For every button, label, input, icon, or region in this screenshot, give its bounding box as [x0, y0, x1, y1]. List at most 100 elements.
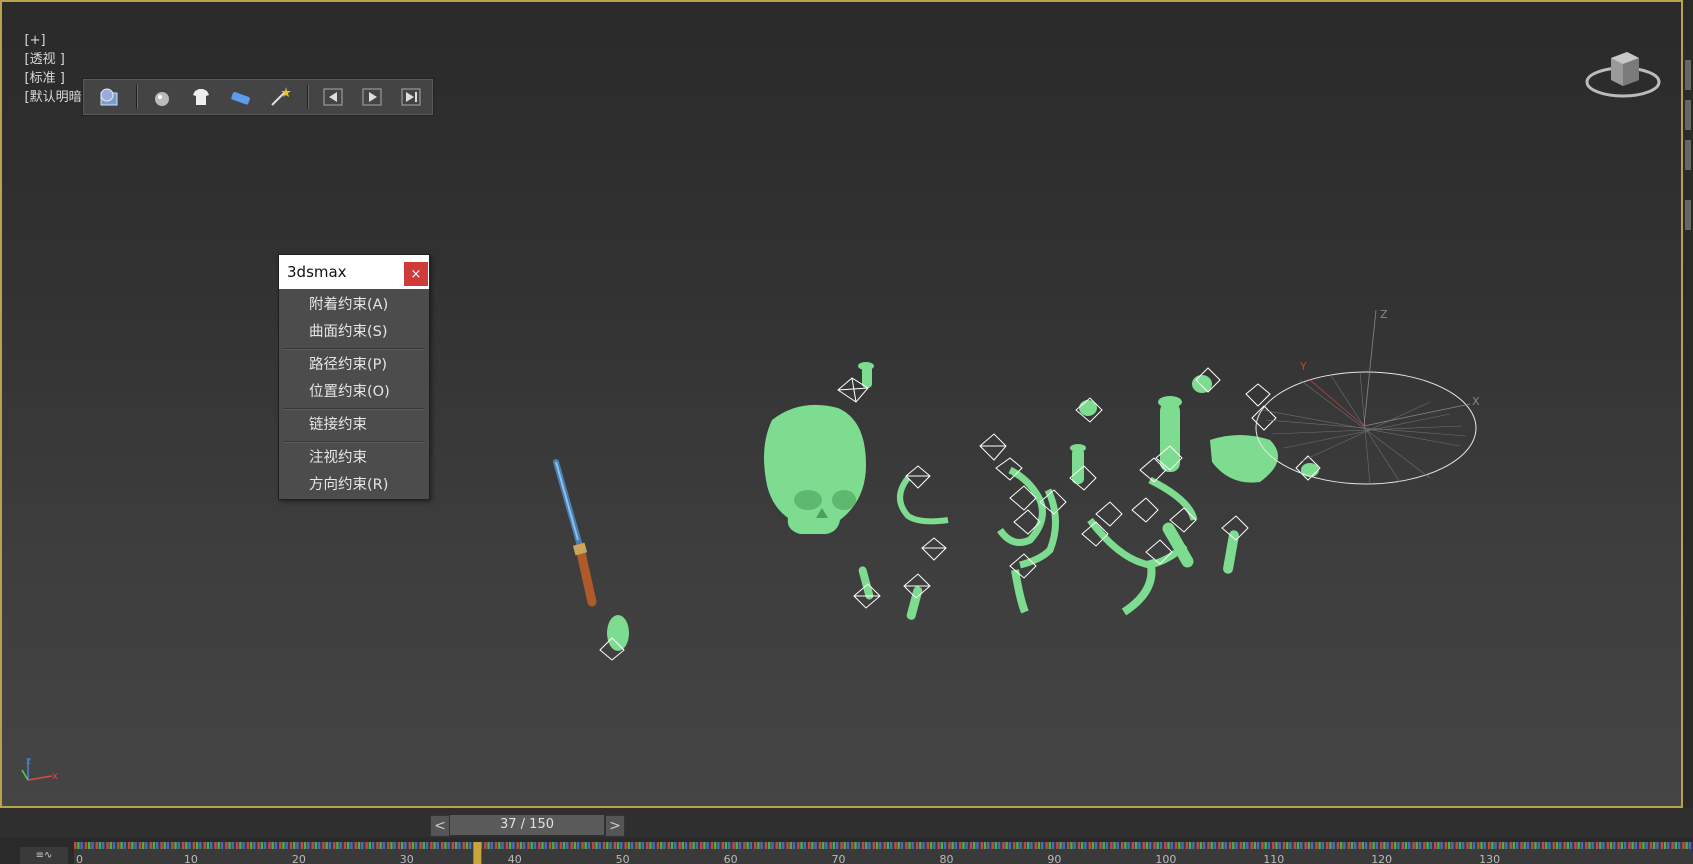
- key-tick: [1124, 842, 1127, 849]
- key-tick: [1364, 842, 1368, 849]
- key-tick: [1110, 842, 1113, 849]
- viewcube[interactable]: [1583, 40, 1663, 102]
- key-tick: [171, 842, 174, 849]
- prev-frame-button[interactable]: <: [430, 815, 450, 837]
- key-tick: [872, 842, 876, 849]
- key-tick: [77, 842, 80, 849]
- dummy-helpers[interactable]: [837, 367, 1321, 609]
- key-tick: [1347, 842, 1351, 849]
- key-tick: [630, 842, 634, 849]
- menu-item-attachment-constraint[interactable]: 附着约束(A): [279, 292, 429, 319]
- key-tick: [1350, 842, 1354, 849]
- menu-item-position-constraint[interactable]: 位置约束(O): [279, 379, 429, 406]
- key-tick: [1080, 842, 1084, 849]
- key-tick: [541, 842, 544, 849]
- shirt-icon[interactable]: [183, 81, 218, 113]
- key-tick: [339, 842, 342, 849]
- key-tick: [552, 842, 555, 849]
- key-tick: [1537, 842, 1540, 849]
- curve-editor-icon[interactable]: ≡∿: [20, 847, 68, 864]
- key-tick: [1483, 842, 1486, 849]
- toolbar-separator: [136, 85, 139, 109]
- key-tick: [1634, 842, 1638, 849]
- key-tick: [951, 842, 954, 849]
- next-frame-button[interactable]: >: [605, 815, 625, 837]
- key-tick: [919, 842, 922, 849]
- key-tick: [1426, 842, 1429, 849]
- key-tick: [948, 842, 951, 849]
- key-tick: [1261, 842, 1264, 849]
- key-tick: [1487, 842, 1491, 849]
- key-tick: [166, 842, 170, 849]
- next-key-icon[interactable]: [394, 81, 429, 113]
- key-tick: [1332, 842, 1335, 849]
- render-setup-icon[interactable]: [91, 81, 126, 113]
- menu-item-link-constraint[interactable]: 链接约束: [279, 412, 429, 439]
- menu-item-orientation-constraint[interactable]: 方向约束(R): [279, 472, 429, 499]
- key-tick: [314, 842, 318, 849]
- key-tick: [1660, 842, 1664, 849]
- time-slider-thumb[interactable]: 37 / 150: [450, 815, 604, 835]
- dagger[interactable]: [553, 459, 597, 607]
- prev-key-icon[interactable]: [315, 81, 350, 113]
- menu-item-lookat-constraint[interactable]: 注视约束: [279, 445, 429, 472]
- right-panel-strip[interactable]: [1683, 0, 1693, 808]
- key-tick: [1066, 842, 1070, 849]
- key-tick: [840, 842, 843, 849]
- ruler-label: 50: [616, 853, 630, 864]
- key-tick: [1088, 842, 1091, 849]
- key-tick: [997, 842, 1001, 849]
- key-tick: [1300, 842, 1303, 849]
- track-ruler[interactable]: 0 10 20 30 40 50 60 70 80 90 100 110 120 130: [74, 842, 1693, 864]
- key-tick: [206, 842, 210, 849]
- current-frame-marker[interactable]: [473, 842, 482, 864]
- panel-marker: [1685, 200, 1691, 230]
- key-tick: [1505, 842, 1508, 849]
- play-icon[interactable]: [354, 81, 389, 113]
- key-tick: [1369, 842, 1372, 849]
- skull[interactable]: [764, 404, 866, 534]
- key-tick: [1326, 842, 1329, 849]
- key-tick: [1509, 842, 1512, 849]
- gizmo-x-label: X: [1472, 395, 1480, 408]
- key-tick: [317, 842, 321, 849]
- key-tick: [789, 842, 792, 849]
- ground-grid[interactable]: Z X Y: [1255, 308, 1480, 485]
- key-tick: [1429, 842, 1432, 849]
- close-button[interactable]: ×: [404, 262, 428, 286]
- key-tick: [757, 842, 760, 849]
- key-tick: [444, 842, 447, 849]
- key-tick: [1437, 842, 1440, 849]
- eraser-icon[interactable]: [223, 81, 258, 113]
- key-tick: [620, 842, 623, 849]
- key-tick: [598, 842, 601, 849]
- key-tick: [225, 842, 228, 849]
- key-tick: [573, 842, 577, 849]
- key-tick: [635, 842, 638, 849]
- key-tick: [501, 842, 504, 849]
- hand-bone[interactable]: [599, 615, 629, 661]
- key-tick: [365, 842, 368, 849]
- menu-item-path-constraint[interactable]: 路径约束(P): [279, 352, 429, 379]
- key-tick: [646, 842, 649, 849]
- panel-marker: [1685, 60, 1691, 90]
- key-tick: [1667, 842, 1670, 849]
- menu-item-surface-constraint[interactable]: 曲面约束(S): [279, 319, 429, 346]
- key-tick: [347, 842, 350, 849]
- key-tick: [1272, 842, 1275, 849]
- key-tick: [1318, 842, 1321, 849]
- key-tick: [1037, 842, 1041, 849]
- key-tick: [905, 842, 908, 849]
- key-tick: [1606, 842, 1610, 849]
- key-tick: [973, 842, 976, 849]
- key-tick: [1256, 842, 1260, 849]
- key-tick: [897, 842, 900, 849]
- sphere-icon[interactable]: [144, 81, 179, 113]
- key-tick: [1034, 842, 1038, 849]
- bones[interactable]: [858, 362, 1319, 621]
- key-tick: [387, 842, 390, 849]
- key-tick: [1142, 842, 1145, 849]
- key-tick: [821, 842, 825, 849]
- magic-wand-icon[interactable]: [262, 81, 297, 113]
- key-tick: [209, 842, 213, 849]
